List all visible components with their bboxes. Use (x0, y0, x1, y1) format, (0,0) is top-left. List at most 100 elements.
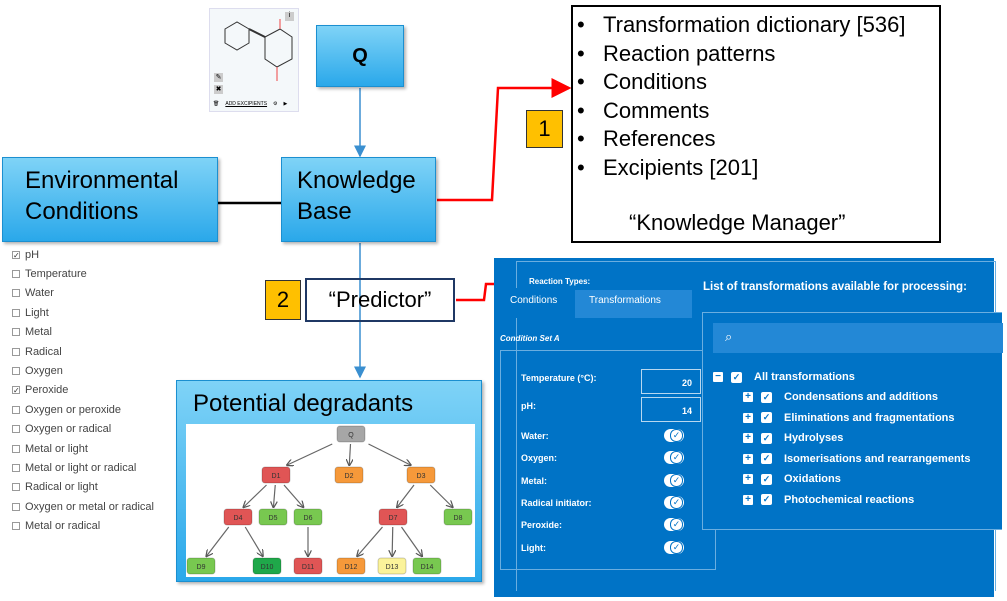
ph-input[interactable]: 14 (641, 397, 701, 422)
toggle-switch[interactable] (664, 451, 684, 465)
condition-checkbox-item[interactable]: Oxygen or radical (12, 420, 154, 439)
condition-set-title: Condition Set A (500, 334, 560, 343)
expand-icon[interactable]: + (743, 433, 753, 443)
toggle-switch[interactable] (664, 540, 684, 554)
expand-icon[interactable]: + (743, 453, 753, 464)
condition-checkbox-item[interactable]: Oxygen or metal or radical (12, 497, 154, 516)
checkbox-icon[interactable] (12, 405, 20, 414)
condition-label: Peroxide (25, 384, 69, 397)
condition-label: Metal or radical (25, 520, 101, 533)
condition-checkbox-item[interactable]: Metal or radical (12, 516, 154, 535)
condition-checkbox-item[interactable]: ✓ pH (12, 245, 154, 264)
condition-checkbox-item[interactable]: Metal or light or radical (12, 458, 154, 477)
tree-edge (392, 526, 393, 556)
add-excipients-link[interactable]: ADD EXCIPIENTS (225, 101, 267, 107)
tree-item[interactable]: + ✓ Condensations and additions (743, 389, 938, 405)
checkbox-checked-icon[interactable]: ✓ (761, 391, 772, 403)
tree-item-all[interactable]: − ✓ All transformations (713, 369, 855, 385)
tree-node-label: Q (348, 432, 354, 439)
tab-conditions[interactable]: Conditions (494, 288, 575, 318)
condition-checkbox-item[interactable]: Radical or light (12, 478, 154, 497)
predictor-ui-panel: Reaction Types: Conditions Transformatio… (494, 258, 1003, 597)
expand-icon[interactable]: + (743, 474, 753, 484)
tree-item[interactable]: + ✓ Oxidations (743, 471, 841, 487)
checkbox-checked-icon[interactable]: ✓ (761, 412, 772, 423)
checkbox-icon[interactable] (12, 367, 20, 376)
collapse-icon[interactable]: − (713, 372, 723, 382)
environmental-conditions-node: Environmental Conditions (2, 157, 218, 242)
checkbox-icon[interactable] (12, 463, 20, 472)
checkbox-checked-icon[interactable]: ✓ (761, 473, 772, 485)
checkbox-icon[interactable] (12, 270, 20, 279)
tree-node-label: D5 (269, 515, 278, 522)
condition-checkbox-item[interactable]: Temperature (12, 264, 154, 283)
toggle-switch[interactable] (664, 495, 684, 509)
toggle-switch[interactable] (664, 518, 684, 532)
checkbox-icon[interactable] (12, 328, 20, 337)
condition-label: Oxygen or peroxide (25, 403, 121, 416)
tree-item[interactable]: + ✓ Photochemical reactions (743, 492, 914, 508)
tree-node-label: D10 (261, 564, 274, 571)
tab-transformations[interactable]: Transformations (575, 290, 692, 318)
expand-icon[interactable]: + (743, 412, 753, 423)
tree-node-label: D13 (386, 564, 399, 571)
tree-edge (401, 526, 422, 556)
tree-node-d12: D12 (336, 557, 366, 575)
tree-item[interactable]: + ✓ Isomerisations and rearrangements (743, 451, 970, 467)
tree-item-label: Isomerisations and rearrangements (784, 452, 971, 465)
checkbox-icon[interactable] (12, 289, 20, 298)
checkbox-icon[interactable]: ✓ (12, 250, 20, 259)
checkbox-icon[interactable] (12, 308, 20, 317)
toggle-switch[interactable] (664, 429, 684, 442)
search-input[interactable]: ⌕ (713, 323, 1003, 353)
checkbox-icon[interactable] (12, 522, 20, 531)
condition-checkbox-item[interactable]: Oxygen or peroxide (12, 400, 154, 419)
tree-node-d13: D13 (377, 557, 407, 575)
tree-node-label: D3 (417, 473, 426, 480)
tree-node-label: D1 (272, 473, 281, 480)
trash-icon[interactable]: 🗑 (213, 101, 219, 107)
tree-node-label: D9 (197, 564, 206, 571)
condition-checkbox-item[interactable]: ✓ Peroxide (12, 381, 154, 400)
toggle-label: Peroxide: (521, 520, 563, 531)
condition-checkbox-item[interactable]: Radical (12, 342, 154, 361)
toggle-label: Oxygen: (521, 453, 558, 464)
close-icon[interactable]: ✖ (214, 85, 223, 94)
checkbox-icon[interactable]: ✓ (12, 386, 20, 395)
tree-node-d5: D5 (258, 508, 288, 526)
tree-item[interactable]: + ✓ Hydrolyses (743, 430, 843, 446)
tree-edge (283, 484, 303, 507)
condition-checkbox-item[interactable]: Water (12, 284, 154, 303)
condition-checkbox-item[interactable]: Metal (12, 323, 154, 342)
tree-edge (207, 526, 230, 556)
tree-node-label: D8 (454, 515, 463, 522)
checkbox-checked-icon[interactable]: ✓ (761, 494, 772, 505)
knowledge-manager-item: Transformation dictionary [536] (573, 11, 939, 40)
checkbox-checked-icon[interactable]: ✓ (731, 371, 742, 383)
expand-icon[interactable]: + (743, 494, 753, 505)
tree-item-label: Condensations and additions (784, 391, 939, 403)
condition-checkbox-item[interactable]: Metal or light (12, 439, 154, 458)
expand-icon[interactable]: + (743, 392, 753, 402)
search-icon: ⌕ (725, 329, 733, 344)
gear-icon[interactable]: ⚙ (273, 101, 277, 107)
checkbox-checked-icon[interactable]: ✓ (761, 432, 772, 444)
condition-checkbox-item[interactable]: Light (12, 303, 154, 322)
info-icon[interactable]: i (285, 12, 294, 21)
checkbox-icon[interactable] (12, 444, 20, 453)
checkbox-icon[interactable] (12, 425, 20, 434)
toggle-switch[interactable] (664, 473, 684, 487)
temperature-input[interactable]: 20 (641, 369, 701, 394)
checkbox-checked-icon[interactable]: ✓ (761, 453, 772, 464)
checkbox-icon[interactable] (12, 347, 20, 356)
checkbox-icon[interactable] (12, 502, 20, 511)
q-label: Q (352, 44, 368, 67)
condition-label: Radical or light (25, 481, 98, 494)
edit-icon[interactable]: ✎ (214, 73, 223, 82)
tree-node-d1: D1 (261, 466, 291, 484)
checkbox-icon[interactable] (12, 483, 20, 492)
condition-checkbox-item[interactable]: Oxygen (12, 361, 154, 380)
play-icon[interactable]: ▶ (284, 101, 288, 107)
tree-item[interactable]: + ✓ Eliminations and fragmentations (743, 410, 955, 426)
q-node: Q (316, 25, 404, 87)
